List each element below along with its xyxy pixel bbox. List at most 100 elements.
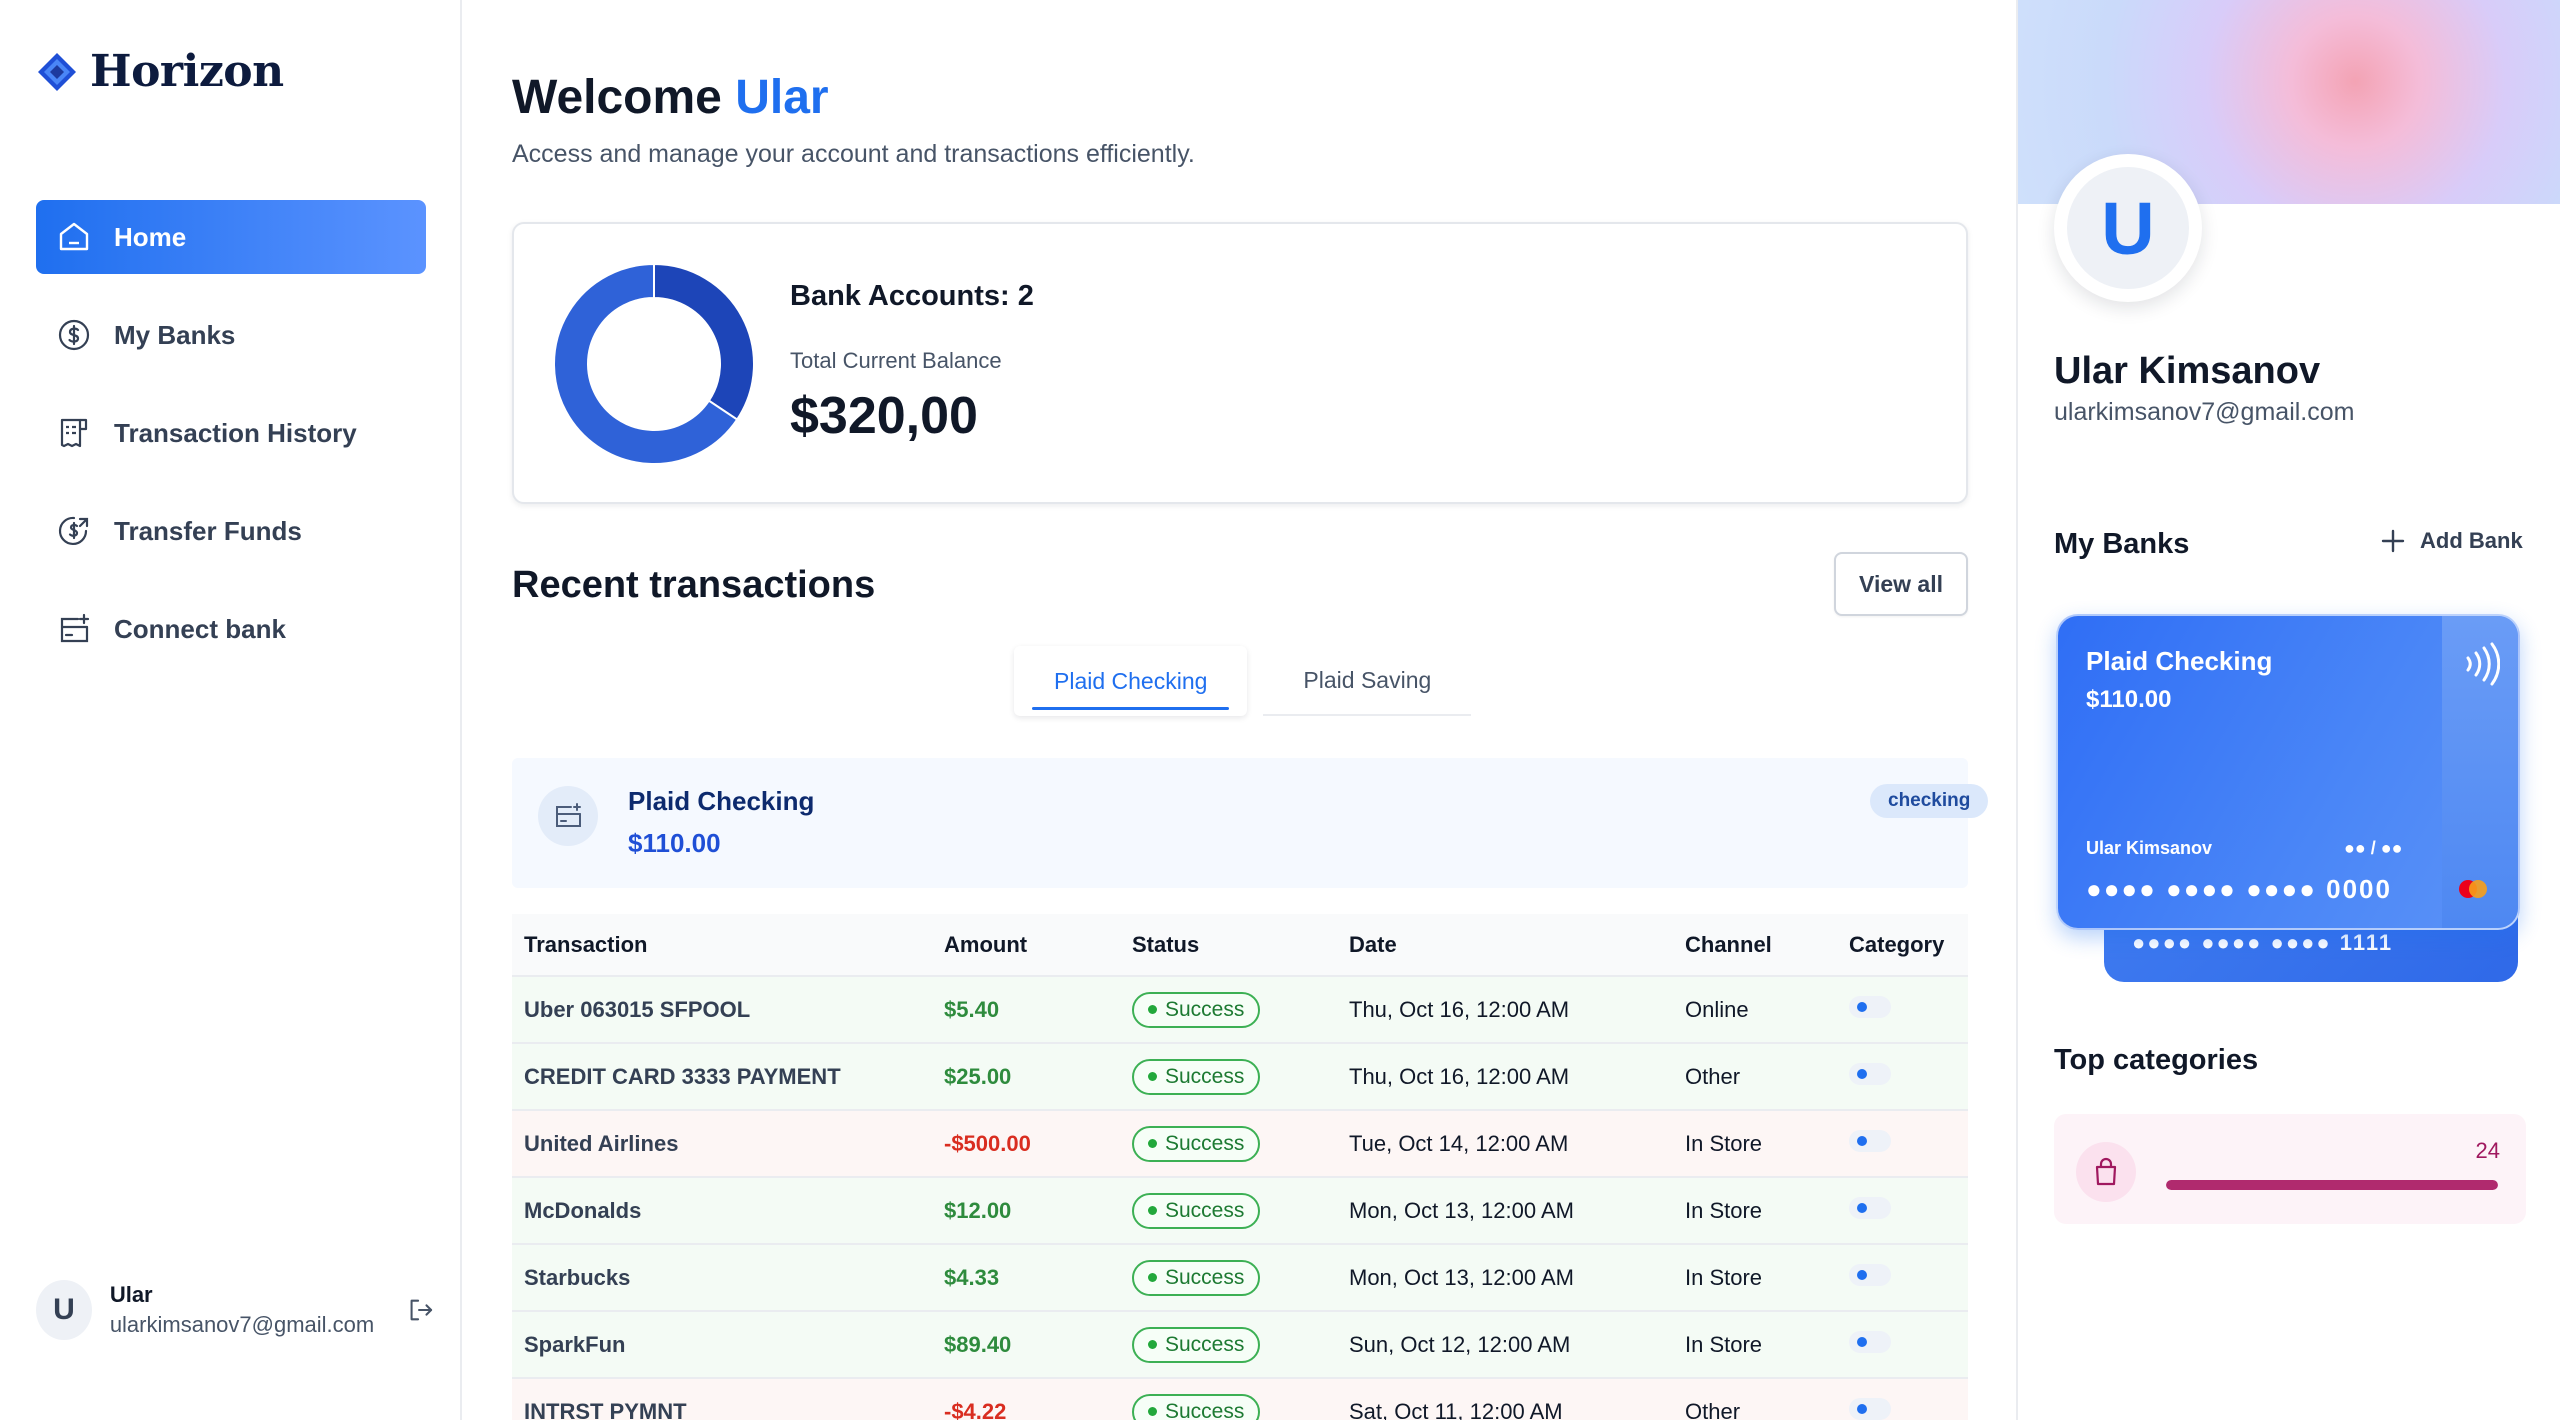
transaction-date: Thu, Oct 16, 12:00 AM [1337,1043,1673,1111]
table-row[interactable]: CREDIT CARD 3333 PAYMENT $25.00 Success Thu… [512,1043,1968,1111]
add-bank-button[interactable]: Add Bank [2380,528,2523,554]
transaction-category-cell [1837,1378,1968,1420]
contactless-icon [2466,642,2500,686]
table-row[interactable]: SparkFun $89.40 Success Sun, Oct 12, 12:00 … [512,1311,1968,1379]
category-badge[interactable] [1849,1330,1891,1353]
nav-item-transfer-funds[interactable]: Transfer Funds [36,494,426,568]
nav-label: My Banks [114,319,236,350]
transaction-category-cell [1837,1311,1968,1379]
transaction-date: Sun, Oct 12, 12:00 AM [1337,1311,1673,1379]
nav-label: Connect bank [114,613,286,644]
sidebar-user: U Ular ularkimsanov7@gmail.com [36,1280,436,1340]
status-dot-icon [1148,1206,1157,1215]
category-progress-bar [2166,1180,2498,1190]
transactions-body: Uber 063015 SFPOOL $5.40 Success Thu, Oct 1… [512,976,1968,1420]
account-icon-wrap [538,786,598,846]
avatar[interactable]: U [36,1280,92,1340]
transaction-status-cell: Success [1120,1110,1337,1178]
nav-label: Home [114,221,187,252]
my-banks-title: My Banks [2054,528,2190,560]
status-dot-icon [1148,1273,1157,1282]
status-badge: Success [1132,991,1261,1028]
main-content: Welcome Ular Access and manage your acco… [464,0,2016,1420]
profile-avatar-ring: U [2054,154,2202,302]
user-name: Ular [109,1282,153,1307]
transaction-category-cell [1837,1244,1968,1312]
logo[interactable]: Horizon [36,46,284,97]
total-balance-card: Bank Accounts: 2 Total Current Balance $… [512,222,1968,504]
transaction-date: Mon, Oct 13, 12:00 AM [1337,1244,1673,1312]
transaction-name: Starbucks [512,1244,932,1312]
transaction-channel: In Store [1673,1110,1837,1178]
plus-icon [2381,529,2405,553]
receipt-icon [60,418,88,448]
view-all-button[interactable]: View all [1834,552,1968,616]
table-row[interactable]: McDonalds $12.00 Success Mon, Oct 13, 12:00… [512,1177,1968,1245]
table-row[interactable]: INTRST PYMNT -$4.22 Success Sat, Oct 11, 12… [512,1378,1968,1420]
table-row[interactable]: United Airlines -$500.00 Success Tue, Oct 1… [512,1110,1968,1178]
profile-email: ularkimsanov7@gmail.com [2054,398,2355,426]
transaction-category-cell [1837,1043,1968,1111]
status-badge: Success [1132,1192,1261,1229]
main-nav: Home My Banks Transaction History Transf… [36,200,426,690]
card-number: ●●●● ●●●● ●●●● 0000 [2086,874,2392,904]
status-label: Success [1165,1064,1245,1088]
transaction-date: Mon, Oct 13, 12:00 AM [1337,1177,1673,1245]
balance-donut-chart [553,262,755,465]
dollar-circle-icon [58,319,90,351]
transaction-amount: $4.33 [932,1244,1120,1312]
credit-card-icon [556,803,581,827]
table-row[interactable]: Starbucks $4.33 Success Mon, Oct 13, 12:00 … [512,1244,1968,1312]
nav-label: Transfer Funds [114,515,302,546]
category-count: 24 [2475,1138,2500,1163]
status-dot-icon [1148,1407,1157,1416]
column-header: Transaction [512,914,932,977]
transactions-table: Transaction Amount Status Date Channel C… [512,914,1968,1420]
tab-plaid-checking[interactable]: Plaid Checking [1014,646,1248,716]
status-badge: Success [1132,1259,1261,1296]
connect-bank-icon [60,613,90,643]
status-label: Success [1165,1399,1245,1420]
card-expiry: ●● / ●● [2344,838,2403,858]
status-label: Success [1165,997,1245,1021]
nav-item-transaction-history[interactable]: Transaction History [36,396,426,470]
bank-card[interactable]: Plaid Checking $110.00 Ular Kimsanov ●● … [2056,614,2520,930]
nav-item-home[interactable]: Home [36,200,426,274]
nav-item-my-banks[interactable]: My Banks [36,298,426,372]
status-dot-icon [1148,1340,1157,1349]
account-tabs: Plaid Checking Plaid Saving [1014,646,1472,716]
status-label: Success [1165,1198,1245,1222]
nav-item-connect-bank[interactable]: Connect bank [36,592,426,666]
card-bank-name: Plaid Checking [2086,646,2273,676]
category-item: 24 [2054,1114,2526,1224]
app-name: Horizon [90,46,284,97]
transaction-status-cell: Success [1120,976,1337,1044]
welcome-prefix: Welcome [512,71,722,124]
category-badge[interactable] [1849,1397,1891,1420]
card-balance: $110.00 [2086,686,2172,713]
horizon-logo-icon [38,52,76,91]
add-bank-label: Add Bank [2420,528,2523,553]
transaction-amount: -$500.00 [932,1110,1120,1178]
recent-transactions-title: Recent transactions [512,564,876,606]
column-header: Channel [1673,914,1837,977]
bank-accounts-count: Bank Accounts: 2 [790,280,1034,312]
category-icon-wrap [2076,1142,2136,1202]
transaction-name: SparkFun [512,1311,932,1379]
tab-plaid-saving[interactable]: Plaid Saving [1263,646,1472,716]
category-badge[interactable] [1849,1196,1891,1219]
table-row[interactable]: Uber 063015 SFPOOL $5.40 Success Thu, Oct 1… [512,976,1968,1044]
status-label: Success [1165,1332,1245,1356]
status-label: Success [1165,1265,1245,1289]
category-badge[interactable] [1849,1062,1891,1085]
transaction-category-cell [1837,1110,1968,1178]
category-badge[interactable] [1849,1263,1891,1286]
user-info: Ular ularkimsanov7@gmail.com [110,1282,374,1338]
category-badge[interactable] [1849,1129,1891,1152]
profile-panel: U Ular Kimsanov ularkimsanov7@gmail.com … [2016,0,2560,1420]
logout-icon[interactable] [406,1294,436,1326]
profile-avatar[interactable]: U [2067,167,2189,289]
page-subtitle: Access and manage your account and trans… [512,140,1195,168]
category-badge[interactable] [1849,995,1891,1018]
transaction-channel: Other [1673,1043,1837,1111]
